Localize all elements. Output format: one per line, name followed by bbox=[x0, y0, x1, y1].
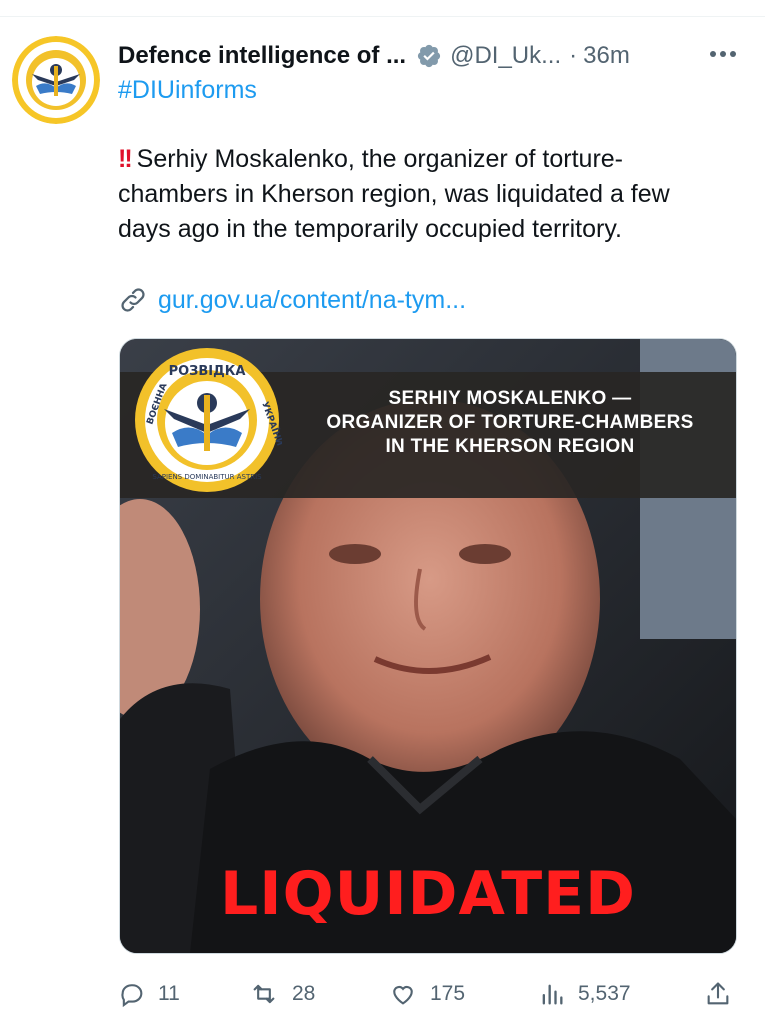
emblem-bottom-text: SAPIENS DOMINABITUR ASTRIS bbox=[152, 473, 262, 481]
banner-caption: SERHIY MOSKALENKO — ORGANIZER OF TORTURE… bbox=[290, 387, 730, 459]
more-icon bbox=[710, 51, 736, 57]
avatar[interactable] bbox=[12, 36, 100, 124]
more-button[interactable] bbox=[705, 36, 741, 72]
banner-line: IN THE KHERSON REGION bbox=[385, 436, 635, 457]
intelligence-emblem-icon: РОЗВІДКА ВОЄННА УКРАЇНИ SAPIENS DOMINABI… bbox=[135, 348, 282, 492]
views-count: 5,537 bbox=[578, 982, 631, 1005]
tweet-header: Defence intelligence of ... @DI_Uk... · … bbox=[118, 38, 758, 74]
alert-icon: !! bbox=[118, 145, 133, 173]
action-bar: 11 28 175 5,537 bbox=[118, 972, 738, 1016]
reply-count: 11 bbox=[158, 982, 180, 1005]
retweet-icon bbox=[253, 984, 275, 1004]
share-button[interactable] bbox=[704, 972, 744, 1016]
verified-badge-icon bbox=[417, 44, 441, 68]
retweet-button[interactable]: 28 bbox=[248, 972, 315, 1016]
external-link[interactable]: gur.gov.ua/content/na-tym... bbox=[118, 282, 466, 318]
liquidated-stamp: LIQUIDATED bbox=[220, 859, 636, 929]
reply-icon bbox=[121, 984, 143, 1008]
emblem-top-text: РОЗВІДКА bbox=[169, 364, 246, 379]
link-text[interactable]: gur.gov.ua/content/na-tym... bbox=[158, 286, 466, 315]
tweet-body: Serhiy Moskalenko, the organizer of tort… bbox=[118, 145, 670, 243]
retweet-count: 28 bbox=[292, 982, 316, 1005]
hashtag-link[interactable]: #DIUinforms bbox=[118, 76, 257, 105]
share-icon bbox=[707, 982, 729, 1005]
tweet-text: !! Serhiy Moskalenko, the organizer of to… bbox=[118, 142, 718, 247]
heart-icon bbox=[393, 985, 413, 1005]
banner-line: SERHIY MOSKALENKO — bbox=[388, 388, 632, 409]
top-divider bbox=[0, 16, 765, 17]
tweet-media[interactable]: SERHIY MOSKALENKO — ORGANIZER OF TORTURE… bbox=[119, 338, 737, 954]
timestamp[interactable]: 36m bbox=[583, 42, 630, 70]
emblem-icon bbox=[12, 36, 100, 124]
separator: · bbox=[569, 42, 578, 69]
like-count: 175 bbox=[430, 982, 466, 1005]
views-icon bbox=[542, 984, 563, 1005]
like-button[interactable]: 175 bbox=[388, 972, 465, 1016]
views-button[interactable]: 5,537 bbox=[538, 972, 631, 1016]
author-name[interactable]: Defence intelligence of ... bbox=[118, 42, 406, 70]
author-handle[interactable]: @DI_Uk... bbox=[450, 42, 561, 70]
banner-line: ORGANIZER OF TORTURE-CHAMBERS bbox=[326, 412, 694, 433]
reply-button[interactable]: 11 bbox=[118, 972, 180, 1016]
link-icon bbox=[121, 288, 145, 312]
